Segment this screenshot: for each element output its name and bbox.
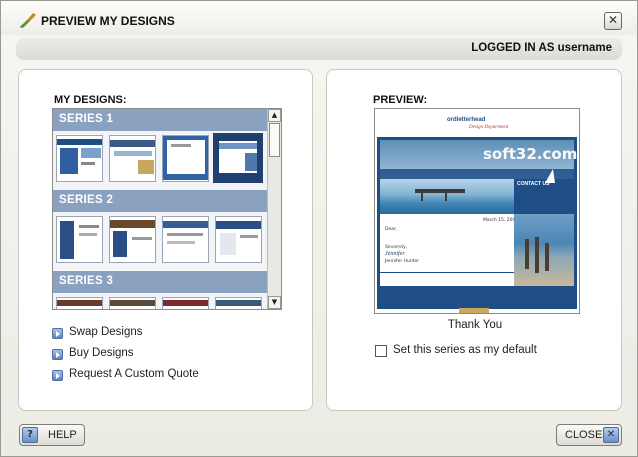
design-thumbnail[interactable] — [162, 216, 209, 263]
scroll-down-arrow-icon[interactable]: ▼ — [268, 296, 281, 309]
title-bar: PREVIEW MY DESIGNS ✕ — [1, 1, 637, 35]
designs-list[interactable]: SERIES 1 SERIES 2 SERIES 3 ▲ ▼ — [52, 108, 282, 310]
series-row-1 — [53, 131, 268, 190]
design-thumbnail[interactable] — [109, 216, 156, 263]
series-header-1[interactable]: SERIES 1 — [53, 109, 268, 131]
user-status-bar: LOGGED IN AS username — [16, 38, 622, 60]
series-header-3[interactable]: SERIES 3 — [53, 271, 268, 293]
preview-heading: PREVIEW: — [373, 94, 428, 106]
series-row-3 — [53, 293, 268, 309]
preview-closing: Sincerely, — [385, 245, 408, 250]
designs-scrollbar[interactable]: ▲ ▼ — [267, 109, 281, 309]
preview-caption: Thank You — [447, 319, 503, 331]
preview-brand-sub: Design Department — [469, 125, 509, 130]
preview-brand: ordletterhead — [447, 117, 486, 123]
series-row-2 — [53, 212, 268, 271]
design-thumbnail[interactable] — [109, 135, 156, 182]
letterhead-preview: ordletterhead Design Department soft32.c… — [374, 108, 580, 314]
close-icon: ✕ — [603, 427, 619, 443]
arrow-bullet-icon — [52, 328, 63, 339]
default-series-checkbox[interactable] — [375, 345, 387, 357]
preview-watermark: soft32.com — [483, 145, 578, 163]
design-thumbnail[interactable] — [215, 216, 262, 263]
preview-signature: Jennifer — [385, 251, 405, 257]
help-button-label: HELP — [48, 429, 77, 441]
help-button[interactable]: ? HELP — [19, 424, 85, 446]
logged-in-label: LOGGED IN AS username — [471, 42, 612, 54]
default-series-label[interactable]: Set this series as my default — [393, 344, 537, 356]
design-thumbnail[interactable] — [56, 216, 103, 263]
question-mark-icon: ? — [22, 427, 38, 443]
design-thumbnail[interactable] — [215, 297, 262, 309]
scrollbar-thumb[interactable] — [269, 123, 280, 157]
arrow-bullet-icon — [52, 349, 63, 360]
design-thumbnail[interactable] — [162, 297, 209, 309]
preview-pier-image — [380, 179, 514, 214]
my-designs-panel: MY DESIGNS: SERIES 1 SERIES 2 SERIES 3 ▲… — [18, 69, 313, 411]
design-thumbnail[interactable] — [56, 297, 103, 309]
design-thumbnail[interactable] — [109, 297, 156, 309]
preview-date: March 15, 2006 — [483, 218, 519, 223]
preview-panel: PREVIEW: ordletterhead Design Department… — [326, 69, 622, 411]
design-thumbnail[interactable] — [56, 135, 103, 182]
window-close-button[interactable]: ✕ — [604, 12, 622, 30]
design-thumbnail[interactable] — [162, 135, 209, 182]
dialog-window: PREVIEW MY DESIGNS ✕ LOGGED IN AS userna… — [0, 0, 638, 457]
my-designs-heading: MY DESIGNS: — [54, 94, 127, 106]
sailboat-icon — [545, 169, 555, 183]
close-button-label: CLOSE — [565, 429, 603, 441]
arrow-bullet-icon — [52, 370, 63, 381]
paintbrush-icon — [20, 13, 36, 28]
series-list: SERIES 1 SERIES 2 SERIES 3 — [53, 109, 268, 309]
preview-beach-image — [514, 214, 574, 286]
preview-footer-logo — [459, 308, 489, 313]
design-thumbnail-selected[interactable] — [213, 133, 263, 183]
preview-footer-strip — [380, 286, 574, 306]
window-title: PREVIEW MY DESIGNS — [41, 14, 175, 28]
series-header-2[interactable]: SERIES 2 — [53, 190, 268, 212]
preview-signer: Jennifer Hunter — [385, 259, 420, 264]
scroll-up-arrow-icon[interactable]: ▲ — [268, 109, 281, 122]
close-button[interactable]: CLOSE ✕ — [556, 424, 622, 446]
preview-greeting: Dear, — [385, 227, 398, 232]
